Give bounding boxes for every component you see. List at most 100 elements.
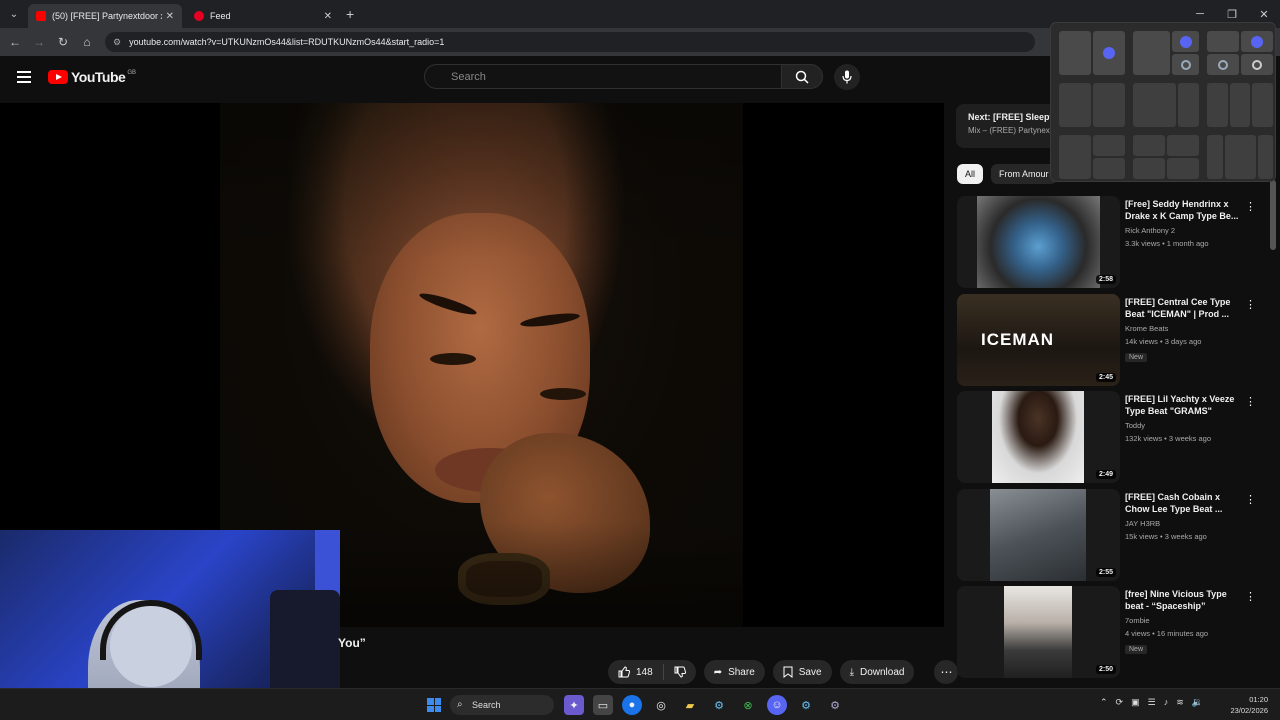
more-options-icon[interactable]: ⋮ bbox=[1245, 493, 1256, 506]
dislike-button[interactable] bbox=[664, 666, 696, 678]
new-tab-button[interactable]: + bbox=[346, 6, 354, 22]
video-thumbnail[interactable]: ICEMAN 2:45 bbox=[957, 293, 1120, 386]
file-explorer-icon[interactable]: ▰ bbox=[680, 695, 700, 715]
more-options-icon[interactable]: ⋮ bbox=[1245, 200, 1256, 213]
menu-icon[interactable] bbox=[17, 71, 31, 83]
search-input[interactable]: Search bbox=[424, 64, 782, 89]
like-dislike-group: 148 bbox=[608, 660, 696, 684]
snap-layout-halves[interactable] bbox=[1059, 31, 1125, 75]
video-thumbnail[interactable]: 2:58 bbox=[957, 196, 1120, 288]
widgets-icon[interactable]: ✦ bbox=[564, 695, 584, 715]
snap-layout-quad[interactable] bbox=[1207, 31, 1273, 75]
close-tab-icon[interactable]: ✕ bbox=[324, 11, 332, 22]
download-button[interactable]: ⤓ Download bbox=[839, 660, 915, 684]
snap-zone[interactable] bbox=[1241, 31, 1273, 52]
wifi-icon[interactable]: ≋ bbox=[1176, 697, 1184, 708]
video-title[interactable]: [free] Nine Vicious Type beat - “Spacesh… bbox=[1125, 588, 1243, 612]
new-badge: New bbox=[1125, 645, 1148, 654]
share-button[interactable]: ➦ Share bbox=[703, 660, 765, 684]
sidebar-scrollbar[interactable] bbox=[1270, 180, 1276, 250]
reload-icon[interactable]: ↻ bbox=[51, 35, 75, 49]
sync-icon[interactable]: ⟳ bbox=[1116, 697, 1124, 708]
forward-icon[interactable]: → bbox=[27, 35, 51, 49]
discord-icon bbox=[1103, 47, 1115, 59]
list-item[interactable]: 2:49 [FREE] Lil Yachty x Veeze Type Beat… bbox=[957, 391, 1269, 489]
tab-youtube[interactable]: (50) [FREE] Partynextdoor x Tory ✕ bbox=[28, 4, 182, 28]
list-item[interactable]: 2:50 [free] Nine Vicious Type beat - “Sp… bbox=[957, 586, 1269, 684]
tray-overflow-icon[interactable]: ⌃ bbox=[1100, 697, 1108, 708]
channel-name[interactable]: JAY H3RB bbox=[1125, 519, 1243, 528]
snap-zone[interactable] bbox=[1241, 54, 1273, 75]
site-info-icon[interactable]: ⚙ bbox=[113, 37, 121, 48]
snap-layouts-flyout bbox=[1050, 22, 1276, 182]
video-title[interactable]: [FREE] Cash Cobain x Chow Lee Type Beat … bbox=[1125, 491, 1243, 515]
snap-zone[interactable] bbox=[1172, 31, 1199, 52]
taskbar-search[interactable]: ⌕ Search bbox=[450, 695, 554, 715]
snap-layout-narrow-wide[interactable] bbox=[1207, 135, 1273, 179]
voice-search-button[interactable] bbox=[834, 64, 860, 90]
steam-icon[interactable]: ⚙ bbox=[709, 695, 729, 715]
settings-icon[interactable]: ⚙ bbox=[825, 695, 845, 715]
snap-zone[interactable] bbox=[1133, 31, 1171, 75]
snap-zone[interactable] bbox=[1172, 54, 1199, 75]
video-stats: 14k views • 3 days ago bbox=[1125, 336, 1202, 346]
video-title[interactable]: [FREE] Lil Yachty x Veeze Type Beat "GRA… bbox=[1125, 393, 1243, 417]
snap-layout-wide-narrow[interactable] bbox=[1133, 83, 1199, 127]
channel-name[interactable]: Rick Anthony 2 bbox=[1125, 226, 1243, 235]
discord-icon[interactable]: ☺ bbox=[767, 695, 787, 715]
tab-search-button[interactable]: ⌄ bbox=[4, 4, 24, 24]
microphone-tray-icon[interactable]: ♪ bbox=[1164, 697, 1169, 708]
channel-name[interactable]: 7ombie bbox=[1125, 616, 1243, 625]
youtube-logo[interactable]: YouTube GB bbox=[48, 69, 136, 85]
search-button[interactable] bbox=[781, 64, 823, 89]
more-options-icon[interactable]: ⋮ bbox=[1245, 395, 1256, 408]
url-bar[interactable]: ⚙ youtube.com/watch?v=UTKUNzmOs44&list=R… bbox=[105, 32, 1035, 52]
task-view-icon[interactable]: ▭ bbox=[593, 695, 613, 715]
discord-icon bbox=[1179, 35, 1192, 48]
meet-icon[interactable]: ▣ bbox=[1131, 697, 1140, 708]
list-item[interactable]: 2:58 [Free] Seddy Hendrinx x Drake x K C… bbox=[957, 196, 1269, 294]
snap-layout-two-thirds[interactable] bbox=[1133, 31, 1199, 75]
video-title[interactable]: [FREE] Central Cee Type Beat "ICEMAN" | … bbox=[1125, 296, 1243, 320]
youtube-favicon-icon bbox=[36, 11, 46, 21]
channel-name[interactable]: Toddy bbox=[1125, 421, 1243, 430]
more-options-icon[interactable]: ⋮ bbox=[1245, 298, 1256, 311]
new-badge: New bbox=[1125, 352, 1148, 362]
snap-layout-three-columns[interactable] bbox=[1207, 83, 1274, 127]
xbox-icon[interactable]: ⊗ bbox=[738, 695, 758, 715]
more-actions-icon[interactable]: ⋯ bbox=[934, 660, 959, 684]
steam-app-icon[interactable]: ⚙ bbox=[796, 695, 816, 715]
share-icon: ➦ bbox=[713, 666, 723, 678]
volume-icon[interactable]: 🔉 bbox=[1192, 697, 1203, 708]
snap-layout-left-stack[interactable] bbox=[1059, 135, 1125, 179]
system-clock[interactable]: 01:20 23/02/2026 bbox=[1222, 694, 1268, 716]
more-options-icon[interactable]: ⋮ bbox=[1245, 590, 1256, 603]
start-button[interactable] bbox=[427, 698, 441, 712]
network-icon[interactable]: ☰ bbox=[1148, 697, 1156, 708]
save-button[interactable]: Save bbox=[772, 660, 832, 684]
snap-zone[interactable] bbox=[1059, 31, 1091, 75]
video-thumbnail[interactable]: 2:49 bbox=[957, 391, 1120, 483]
obs-icon[interactable]: ◎ bbox=[651, 695, 671, 715]
list-item[interactable]: ICEMAN 2:45 [FREE] Central Cee Type Beat… bbox=[957, 293, 1269, 392]
close-tab-icon[interactable]: ✕ bbox=[166, 11, 174, 22]
chip-all[interactable]: All bbox=[957, 164, 984, 184]
chip-from-amour[interactable]: From Amour bbox=[991, 164, 1057, 184]
video-thumbnail[interactable]: 2:55 bbox=[957, 488, 1120, 581]
back-icon[interactable]: ← bbox=[3, 35, 27, 49]
thumbs-down-icon bbox=[674, 666, 686, 678]
snap-layout-equal[interactable] bbox=[1059, 83, 1125, 127]
video-title[interactable]: [Free] Seddy Hendrinx x Drake x K Camp T… bbox=[1125, 198, 1243, 222]
video-thumbnail[interactable]: 2:50 bbox=[957, 586, 1120, 678]
snap-zone[interactable] bbox=[1207, 54, 1239, 75]
tab-feed[interactable]: Feed ✕ bbox=[186, 4, 340, 28]
snap-layout-grid[interactable] bbox=[1133, 135, 1199, 179]
snap-zone[interactable] bbox=[1207, 31, 1239, 52]
chrome-icon[interactable]: ● bbox=[622, 695, 642, 715]
youtube-play-icon bbox=[48, 70, 68, 84]
home-icon[interactable]: ⌂ bbox=[75, 35, 99, 49]
like-button[interactable]: 148 bbox=[608, 664, 664, 680]
list-item[interactable]: 2:55 [FREE] Cash Cobain x Chow Lee Type … bbox=[957, 488, 1269, 587]
channel-name[interactable]: Krome Beats bbox=[1125, 324, 1243, 333]
snap-zone[interactable] bbox=[1093, 31, 1125, 75]
